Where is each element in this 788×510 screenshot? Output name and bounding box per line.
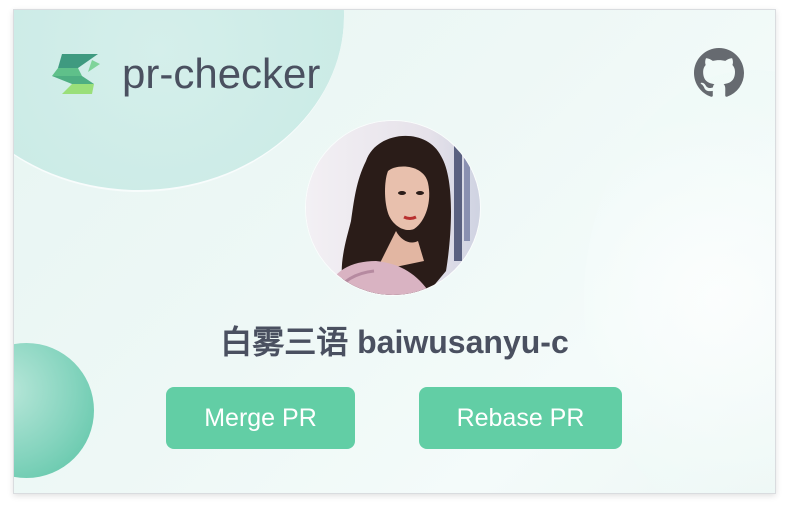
app-title: pr-checker: [122, 50, 321, 97]
background-bubble-top-left: [14, 10, 344, 192]
rebase-pr-button[interactable]: Rebase PR: [419, 387, 622, 449]
merge-pr-button[interactable]: Merge PR: [166, 387, 355, 449]
app-logo-icon: [48, 50, 102, 100]
github-icon[interactable]: [694, 48, 744, 98]
background-bubble-bottom-left: [14, 343, 94, 478]
avatar: [306, 121, 480, 295]
user-display-name: 白雾三语 baiwusanyu-c: [220, 324, 569, 360]
app-card: pr-checker 白雾三语 baiwusanyu-c Merge PR Re…: [13, 9, 776, 494]
